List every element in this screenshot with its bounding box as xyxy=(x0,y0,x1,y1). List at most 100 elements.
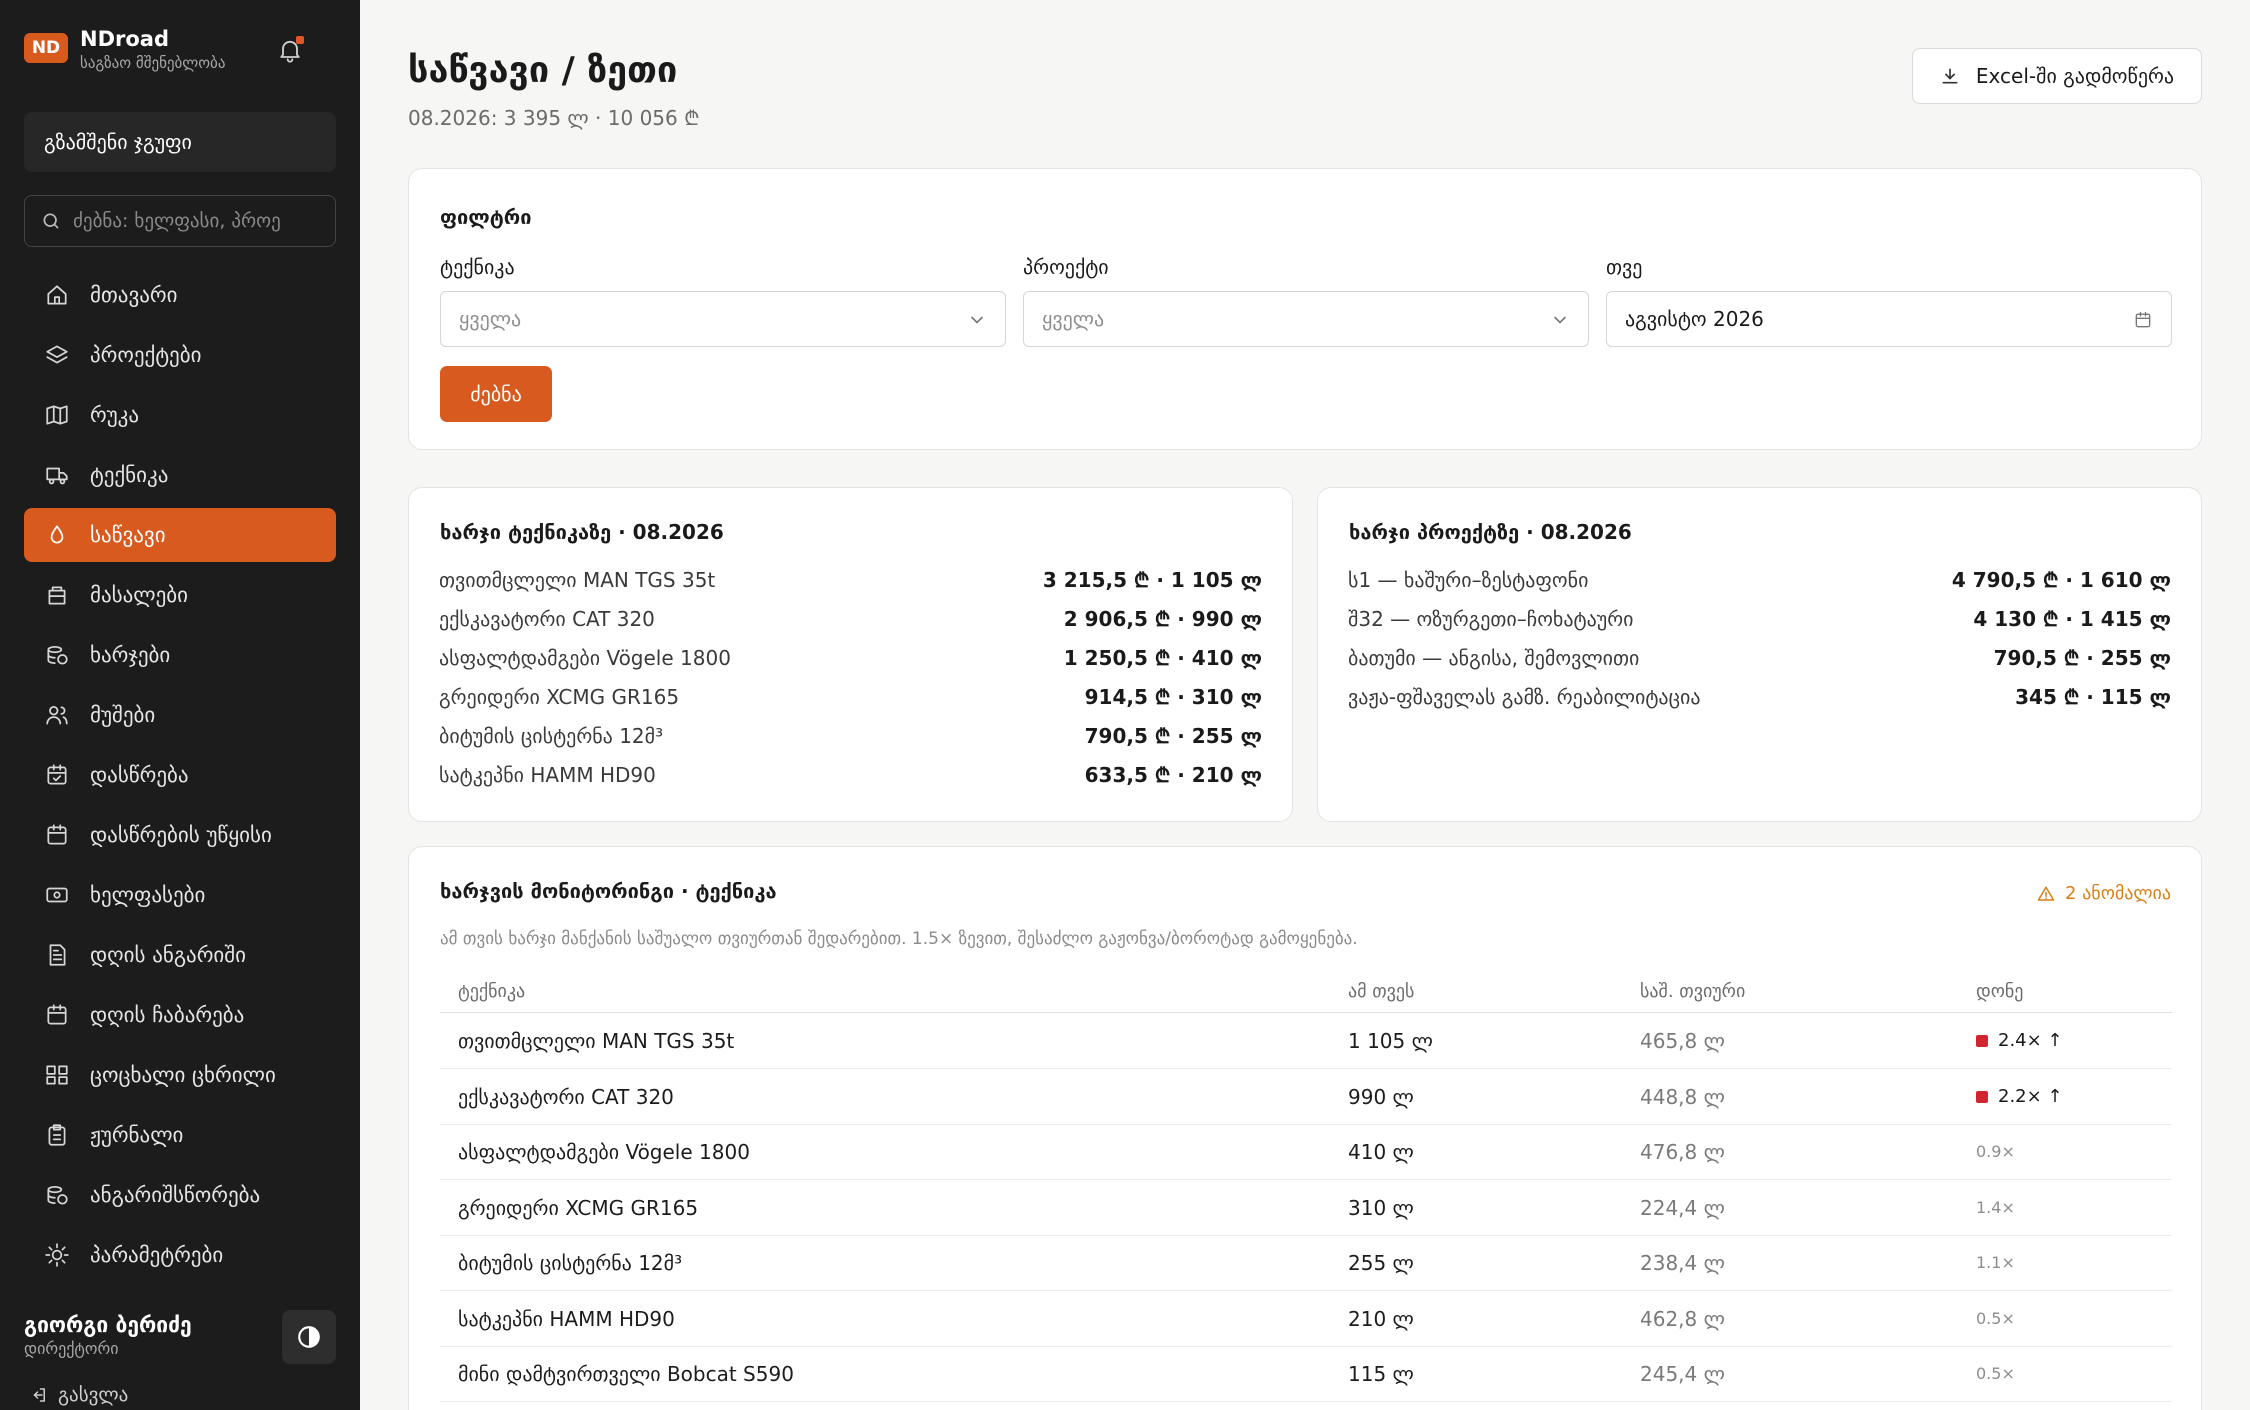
sidebar-item-13[interactable]: ცოცხალი ცხრილი xyxy=(24,1048,336,1102)
sidebar-item-3[interactable]: ტექნიკა xyxy=(24,448,336,502)
cost-row-value: 345 ₾ · 115 ლ xyxy=(2015,685,2171,709)
consumption-monitoring-card: ხარჯვის მონიტორინგი · ტექნიკა 2 ანომალია… xyxy=(408,846,2202,1410)
map-icon xyxy=(46,405,68,425)
table-row[interactable]: ასფალტდამგები Vögele 1800 410 ლ 476,8 ლ 0.9… xyxy=(440,1124,2172,1180)
cost-row: ექსკავატორი CAT 320 2 906,5 ₾ · 990 ლ xyxy=(439,599,1262,638)
this-month-cell: 1 105 ლ xyxy=(1348,1029,1433,1053)
sidebar-item-12[interactable]: დღის ჩაბარება xyxy=(24,988,336,1042)
warning-triangle-icon xyxy=(2037,886,2055,901)
month-picker-value: აგვისტო 2026 xyxy=(1625,307,1764,331)
table-row[interactable]: სატკეპნი HAMM HD90 210 ლ 462,8 ლ 0.5× xyxy=(440,1291,2172,1347)
sidebar-search-input[interactable] xyxy=(73,210,323,232)
level-cell: 0.5× xyxy=(1976,1364,2015,1383)
cost-row-value: 790,5 ₾ · 255 ლ xyxy=(1993,646,2171,670)
cost-row-name: ვაჟა-ფშაველას გამზ. რეაბილიტაცია xyxy=(1348,684,1701,709)
sidebar-nav: მთავარი პროექტები რუკა ტექნიკა საწვავი მასალე… xyxy=(24,268,336,1288)
calendar-icon xyxy=(47,1004,67,1025)
chevron-down-icon xyxy=(1554,316,1566,324)
sidebar-item-16[interactable]: პარამეტრები xyxy=(24,1228,336,1282)
sidebar-item-label: დღის ჩაბარება xyxy=(90,1003,245,1027)
banknote-icon xyxy=(46,887,68,903)
monthly-avg-cell: 476,8 ლ xyxy=(1640,1140,1725,1164)
brand-logo: ND xyxy=(24,33,68,63)
level-cell: 2.4× ↑ xyxy=(1976,1013,2063,1069)
equipment-cell: სატკეპნი HAMM HD90 xyxy=(458,1306,675,1331)
logout-link[interactable]: გასვლა xyxy=(30,1384,128,1406)
layers-icon xyxy=(46,345,68,364)
equipment-cell: ექსკავატორი CAT 320 xyxy=(458,1084,674,1109)
monthly-avg-cell: 465,8 ლ xyxy=(1640,1029,1725,1053)
user-info: გიორგი ბერიძე დირექტორი xyxy=(24,1312,192,1360)
filter-label-equipment: ტექნიკა xyxy=(440,255,515,279)
cost-row: ასფალტდამგები Vögele 1800 1 250,5 ₾ · 410… xyxy=(439,638,1262,677)
level-cell: 1.1× xyxy=(1976,1253,2015,1272)
sidebar-item-1[interactable]: პროექტები xyxy=(24,328,336,382)
table-row[interactable]: გრეიდერი XCMG GR165 310 ლ 224,4 ლ 1.4× xyxy=(440,1180,2172,1236)
level-value: 2.4× ↑ xyxy=(1998,1030,2063,1051)
download-icon xyxy=(1942,68,1958,84)
sidebar-item-8[interactable]: დასწრება xyxy=(24,748,336,802)
brand[interactable]: ND NDroad საგზაო მშენებლობა xyxy=(24,26,225,74)
search-button[interactable]: ძებნა xyxy=(440,366,552,422)
sidebar-item-10[interactable]: ხელფასები xyxy=(24,868,336,922)
sidebar-item-11[interactable]: დღის ანგარიში xyxy=(24,928,336,982)
sidebar-item-label: მუშები xyxy=(90,703,156,727)
sidebar-item-15[interactable]: ანგარიშსწორება xyxy=(24,1168,336,1222)
user-name: გიორგი ბერიძე xyxy=(24,1313,192,1337)
sidebar-item-0[interactable]: მთავარი xyxy=(24,268,336,322)
col-level: დონე xyxy=(1976,981,2024,1002)
cost-row: ბიტუმის ცისტერნა 12მ³ 790,5 ₾ · 255 ლ xyxy=(439,716,1262,755)
project-select[interactable]: ყველა xyxy=(1023,291,1589,347)
grid-icon xyxy=(46,1065,68,1085)
clipboard-icon xyxy=(48,1124,66,1146)
sidebar-item-label: დღის ანგარიში xyxy=(90,943,247,967)
this-month-cell: 410 ლ xyxy=(1348,1140,1414,1164)
sidebar-item-label: მთავარი xyxy=(90,283,178,307)
table-row[interactable]: ექსკავატორი CAT 320 990 ლ 448,8 ლ 2.2× ↑ xyxy=(440,1069,2172,1125)
level-cell: 0.5× xyxy=(1976,1308,2015,1328)
file-text-icon xyxy=(49,944,66,966)
truck-icon xyxy=(46,467,68,485)
table-row[interactable]: თვითმცლელი MAN TGS 35t 1 105 ლ 465,8 ლ 2.4×… xyxy=(440,1013,2172,1069)
month-picker[interactable]: აგვისტო 2026 xyxy=(1606,291,2172,347)
cost-row-name: ექსკავატორი CAT 320 xyxy=(439,606,655,631)
sidebar-item-14[interactable]: ჟურნალი xyxy=(24,1108,336,1162)
level-cell: 0.9× xyxy=(1976,1142,2015,1161)
equipment-cell: თვითმცლელი MAN TGS 35t xyxy=(458,1029,735,1053)
filter-title: ფილტრი xyxy=(440,205,532,229)
page-title: საწვავი / ზეთი xyxy=(408,50,678,91)
sidebar-item-2[interactable]: რუკა xyxy=(24,388,336,442)
notifications-bell-icon[interactable] xyxy=(276,36,304,64)
table-row[interactable]: ბიტუმის ცისტერნა 12მ³ 255 ლ 238,4 ლ 1.1× xyxy=(440,1235,2172,1291)
sidebar-item-4[interactable]: საწვავი xyxy=(24,508,336,562)
cost-row: სატკეპნი HAMM HD90 633,5 ₾ · 210 ლ xyxy=(439,755,1262,794)
equipment-cell: გრეიდერი XCMG GR165 xyxy=(458,1195,699,1220)
this-month-cell: 310 ლ xyxy=(1348,1195,1414,1220)
cost-row: გრეიდერი XCMG GR165 914,5 ₾ · 310 ლ xyxy=(439,677,1262,716)
theme-toggle-button[interactable] xyxy=(282,1310,336,1364)
col-this-month: ამ თვეს xyxy=(1348,981,1415,1002)
home-icon xyxy=(47,285,67,305)
sidebar-item-6[interactable]: ხარჯები xyxy=(24,628,336,682)
table-row[interactable]: მინი დამტვირთველი Bobcat S590 115 ლ 245,4 … xyxy=(440,1346,2172,1402)
sidebar-item-label: საწვავი xyxy=(90,523,166,547)
equipment-select-value: ყველა xyxy=(459,307,522,331)
equipment-select[interactable]: ყველა xyxy=(440,291,1006,347)
this-month-cell: 255 ლ xyxy=(1348,1251,1414,1275)
this-month-cell: 115 ლ xyxy=(1348,1362,1414,1386)
sidebar-search[interactable] xyxy=(24,195,336,247)
monthly-avg-cell: 238,4 ლ xyxy=(1640,1251,1725,1275)
anomaly-badge[interactable]: 2 ანომალია xyxy=(2037,883,2171,904)
logout-icon xyxy=(33,1388,45,1402)
monitoring-description: ამ თვის ხარჯი მანქანის საშუალო თვიურთან … xyxy=(440,929,1358,949)
sidebar-item-7[interactable]: მუშები xyxy=(24,688,336,742)
sidebar-item-5[interactable]: მასალები xyxy=(24,568,336,622)
export-excel-button[interactable]: Excel-ში გადმოწერა xyxy=(1912,48,2202,104)
company-group-selector[interactable]: გზამშენი ჯგუფი xyxy=(24,112,336,172)
sidebar-item-label: დასწრება xyxy=(90,763,189,787)
monthly-avg-cell: 224,4 ლ xyxy=(1640,1195,1725,1220)
sidebar-item-9[interactable]: დასწრების უწყისი xyxy=(24,808,336,862)
cost-row: ვაჟა-ფშაველას გამზ. რეაბილიტაცია 345 ₾ · … xyxy=(1348,677,2171,716)
export-label: Excel-ში გადმოწერა xyxy=(1975,64,2175,88)
calendar-icon xyxy=(2135,311,2151,328)
